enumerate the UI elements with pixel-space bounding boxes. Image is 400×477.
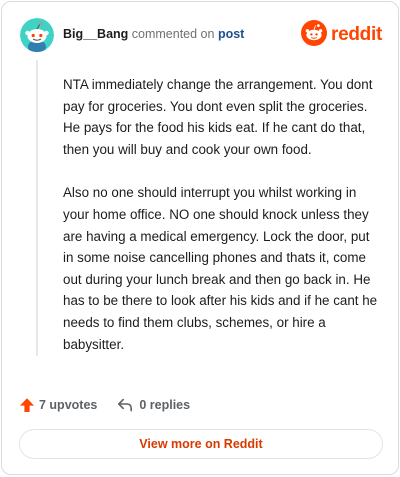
upvote-button[interactable]: 7 upvotes [19, 397, 97, 413]
commented-on-text: commented on [131, 27, 215, 41]
reddit-wordmark: reddit [331, 24, 382, 45]
view-more-button[interactable]: View more on Reddit [19, 429, 383, 459]
comment-actions: 7 upvotes 0 replies [19, 394, 190, 416]
comment-body: NTA immediately change the arrangement. … [63, 74, 381, 377]
reddit-logo[interactable]: reddit [301, 19, 382, 51]
reddit-logo-icon [301, 19, 328, 51]
thread-line [36, 60, 38, 356]
reply-arrow-icon [117, 397, 133, 413]
comment-paragraph: NTA immediately change the arrangement. … [63, 77, 373, 157]
reply-count: 0 replies [139, 398, 191, 412]
author-name[interactable]: Big__Bang [63, 27, 128, 41]
comment-meta: Big__Bang commented on post [63, 27, 244, 41]
upvote-count: 7 upvotes [39, 398, 98, 412]
post-link[interactable]: post [218, 27, 244, 41]
reddit-snoo-avatar-icon[interactable] [20, 18, 54, 52]
embedded-comment-card: Big__Bang commented on post reddit NTA i… [1, 1, 399, 475]
replies-button[interactable]: 0 replies [117, 397, 190, 413]
comment-header: Big__Bang commented on post reddit [20, 18, 382, 52]
upvote-arrow-icon [19, 397, 35, 413]
comment-paragraph: Also no one should interrupt you whilst … [63, 185, 378, 352]
